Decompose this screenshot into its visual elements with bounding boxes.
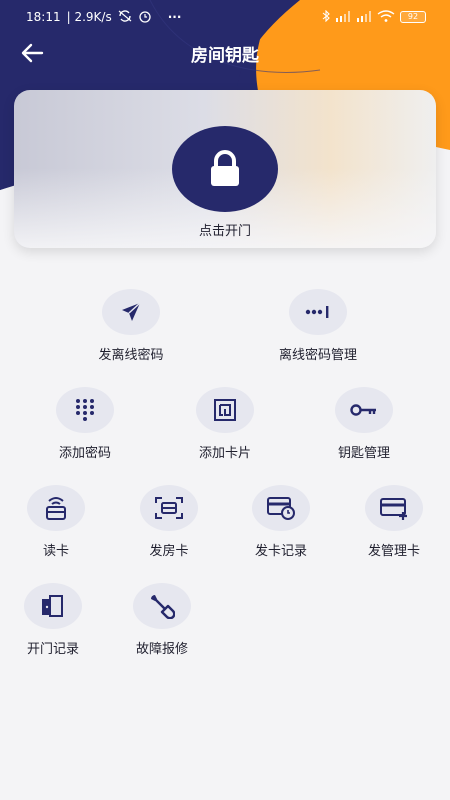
function-label: 添加密码 <box>58 446 111 461</box>
unlock-card: 点击开门 <box>14 90 436 248</box>
icon-circle <box>365 485 423 531</box>
card-chip-icon <box>214 399 236 421</box>
icon-circle <box>133 583 191 629</box>
key-management-button[interactable]: 钥匙管理 <box>309 387 419 461</box>
fault-repair-button[interactable]: 故障报修 <box>107 583 217 657</box>
icon-circle <box>252 485 310 531</box>
icon-circle <box>140 485 198 531</box>
sync-icon <box>118 9 132 25</box>
add-card-icon <box>380 498 407 520</box>
status-time: 18:11 <box>26 10 61 24</box>
bluetooth-icon <box>322 9 330 25</box>
unlock-label: 点击开门 <box>198 224 251 239</box>
function-label: 故障报修 <box>135 642 188 657</box>
offline-password-manage-button[interactable]: 离线密码管理 <box>263 289 373 363</box>
read-card-button[interactable]: 读卡 <box>1 485 111 559</box>
wifi-icon <box>377 9 395 25</box>
door-open-records-button[interactable]: 开门记录 <box>0 583 108 657</box>
icon-circle <box>335 387 393 433</box>
status-speed: | 2.9K/s <box>66 10 112 24</box>
door-icon <box>42 595 63 617</box>
function-label: 读卡 <box>42 544 69 559</box>
unlock-button[interactable] <box>172 126 278 212</box>
signal-icon <box>335 10 351 25</box>
signal-icon-2 <box>356 10 372 25</box>
issue-room-card-button[interactable]: 发房卡 <box>114 485 224 559</box>
icon-circle <box>24 583 82 629</box>
add-password-button[interactable]: 添加密码 <box>30 387 140 461</box>
function-label: 离线密码管理 <box>278 348 357 363</box>
icon-circle <box>196 387 254 433</box>
more-notifications-icon: ··· <box>167 10 182 24</box>
back-button[interactable] <box>20 42 46 64</box>
function-label: 发离线密码 <box>98 348 164 363</box>
arrow-left-icon <box>21 43 44 63</box>
icon-circle <box>289 289 347 335</box>
card-read-icon <box>46 497 66 520</box>
card-issue-records-button[interactable]: 发卡记录 <box>226 485 336 559</box>
function-label: 添加卡片 <box>198 446 251 461</box>
alarm-icon <box>138 9 152 26</box>
function-label: 开门记录 <box>26 642 79 657</box>
icon-circle <box>56 387 114 433</box>
lock-icon <box>211 150 239 186</box>
page-title: 房间钥匙 <box>191 45 259 66</box>
scan-card-icon <box>155 497 183 519</box>
function-label: 发管理卡 <box>367 544 420 559</box>
battery-indicator: 92 <box>400 11 426 23</box>
nav-bar: 房间钥匙 <box>0 34 450 72</box>
issue-admin-card-button[interactable]: 发管理卡 <box>339 485 449 559</box>
function-label: 发卡记录 <box>254 544 307 559</box>
send-offline-password-button[interactable]: 发离线密码 <box>76 289 186 363</box>
password-dots-icon <box>305 306 329 318</box>
wrench-icon <box>151 595 175 619</box>
card-history-icon <box>267 497 295 520</box>
send-icon <box>122 302 141 321</box>
key-icon <box>350 404 376 416</box>
function-label: 钥匙管理 <box>337 446 390 461</box>
add-card-button[interactable]: 添加卡片 <box>170 387 280 461</box>
status-bar: 18:11 | 2.9K/s ··· 92 <box>0 0 450 34</box>
function-label: 发房卡 <box>149 544 189 559</box>
keypad-icon <box>76 399 94 421</box>
icon-circle <box>102 289 160 335</box>
icon-circle <box>27 485 85 531</box>
